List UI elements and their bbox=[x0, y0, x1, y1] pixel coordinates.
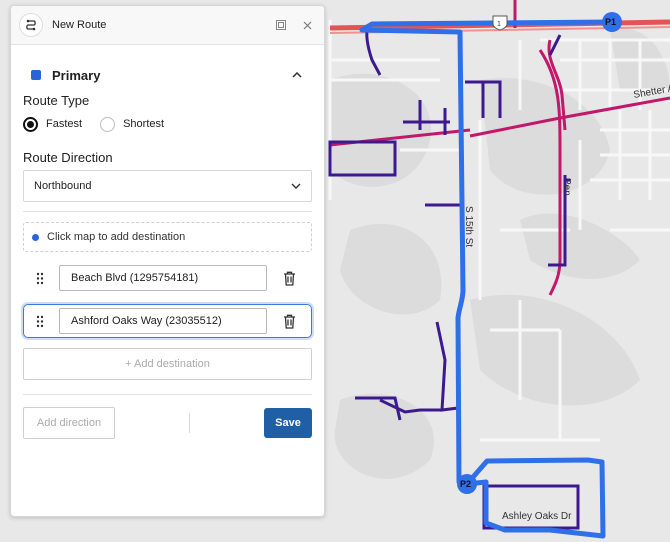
destination-input[interactable]: Beach Blvd (1295754181) bbox=[59, 265, 267, 291]
dock-icon[interactable] bbox=[272, 16, 290, 34]
add-direction-button[interactable]: Add direction bbox=[23, 407, 115, 439]
route-direction-select[interactable]: Northbound bbox=[23, 170, 312, 202]
route-type-radio-group: Fastest Shortest bbox=[23, 115, 312, 133]
highway-shield-icon: 1 bbox=[492, 15, 508, 31]
end-pin-label: P2 bbox=[460, 479, 471, 489]
destination-row-selected: Ashford Oaks Way (23035512) bbox=[23, 304, 312, 338]
svg-text:1: 1 bbox=[497, 21, 501, 28]
radio-shortest[interactable] bbox=[100, 116, 116, 132]
street-label-ashley-oaks: Ashley Oaks Dr bbox=[502, 511, 572, 522]
panel-footer: Add direction Save bbox=[23, 407, 312, 439]
hint-text: Click map to add destination bbox=[47, 231, 186, 243]
add-destination-button[interactable]: + Add destination bbox=[23, 348, 312, 380]
chevron-down-icon bbox=[291, 183, 301, 189]
start-pin[interactable]: P1 bbox=[602, 12, 622, 32]
route-icon bbox=[19, 13, 43, 37]
end-pin[interactable]: P2 bbox=[457, 474, 477, 494]
start-pin-label: P1 bbox=[605, 17, 616, 27]
street-label-15th: S 15th St bbox=[463, 206, 474, 247]
route-group-header[interactable]: Primary bbox=[23, 67, 312, 83]
route-type-label: Route Type bbox=[23, 93, 90, 108]
panel-header: New Route bbox=[11, 6, 324, 45]
destination-row: Beach Blvd (1295754181) bbox=[23, 262, 312, 294]
destination-input[interactable]: Ashford Oaks Way (23035512) bbox=[59, 308, 267, 334]
route-direction-value: Northbound bbox=[34, 180, 92, 192]
save-button[interactable]: Save bbox=[264, 408, 312, 438]
route-direction-label: Route Direction bbox=[23, 150, 113, 165]
route-editor-panel: New Route Primary Route Type Fastest Sho… bbox=[10, 5, 325, 517]
street-label-penman: Pen bbox=[561, 178, 572, 196]
close-icon[interactable] bbox=[298, 16, 316, 34]
divider bbox=[23, 211, 312, 212]
add-destination-hint: Click map to add destination bbox=[23, 222, 312, 252]
hint-dot-icon bbox=[32, 233, 39, 241]
radio-fastest[interactable] bbox=[23, 116, 38, 132]
radio-fastest-label[interactable]: Fastest bbox=[46, 118, 82, 130]
chevron-up-icon[interactable] bbox=[288, 67, 306, 83]
trash-icon[interactable] bbox=[281, 271, 297, 286]
trash-icon[interactable] bbox=[281, 314, 297, 329]
divider bbox=[23, 394, 312, 395]
route-name: Primary bbox=[52, 67, 101, 83]
footer-separator bbox=[189, 413, 190, 433]
drag-handle-icon[interactable] bbox=[33, 315, 47, 328]
radio-shortest-label[interactable]: Shortest bbox=[123, 118, 164, 130]
drag-handle-icon[interactable] bbox=[33, 272, 47, 285]
panel-title: New Route bbox=[52, 19, 107, 31]
route-color-swatch bbox=[31, 70, 41, 80]
